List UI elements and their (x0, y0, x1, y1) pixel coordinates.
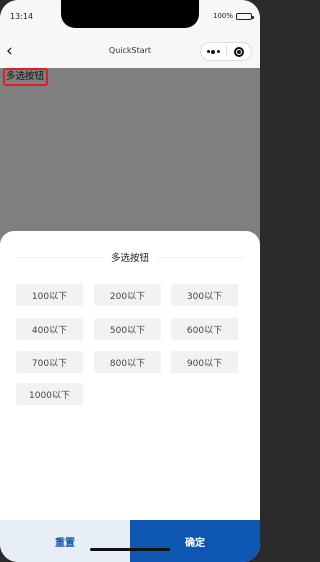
option-100[interactable]: 100以下 (16, 284, 83, 306)
option-300[interactable]: 300以下 (171, 284, 238, 306)
status-time: 13:14 (10, 12, 34, 21)
option-800[interactable]: 800以下 (94, 351, 161, 373)
popup-footer: 重置 确定 (0, 520, 260, 562)
notch (61, 0, 199, 28)
dot (216, 50, 220, 53)
target-close-icon[interactable] (227, 43, 252, 60)
multi-select-popup: 多选按钮 100以下 200以下 300以下 400以下 500以下 600以下… (0, 231, 260, 562)
multi-select-trigger[interactable]: 多选按钮 (3, 68, 48, 86)
dot (211, 49, 216, 54)
popup-title: 多选按钮 (111, 253, 150, 264)
divider (157, 256, 245, 258)
battery-indicator: 100% (212, 12, 254, 20)
option-900[interactable]: 900以下 (171, 351, 238, 373)
option-200[interactable]: 200以下 (94, 284, 161, 306)
mini-program-capsule (200, 42, 252, 61)
option-400[interactable]: 400以下 (16, 318, 83, 340)
dot (206, 50, 210, 53)
battery-icon (236, 12, 254, 20)
popup-header: 多选按钮 (16, 250, 245, 264)
navigation-bar: ‹ QuickStart (0, 34, 260, 68)
option-500[interactable]: 500以下 (94, 318, 161, 340)
home-indicator (90, 548, 170, 551)
status-bar: 13:14 100% (0, 0, 260, 34)
phone-screen: 13:14 100% ‹ QuickStart 多选按钮 多选按钮 100以下 … (0, 0, 260, 562)
battery-percent: 100% (212, 12, 233, 20)
option-1000[interactable]: 1000以下 (16, 383, 83, 405)
reset-button[interactable]: 重置 (0, 520, 130, 562)
confirm-button[interactable]: 确定 (130, 520, 260, 562)
option-600[interactable]: 600以下 (171, 318, 238, 340)
more-dots-icon[interactable] (201, 43, 226, 60)
ring (233, 46, 244, 57)
divider (16, 256, 103, 258)
option-700[interactable]: 700以下 (16, 351, 83, 373)
